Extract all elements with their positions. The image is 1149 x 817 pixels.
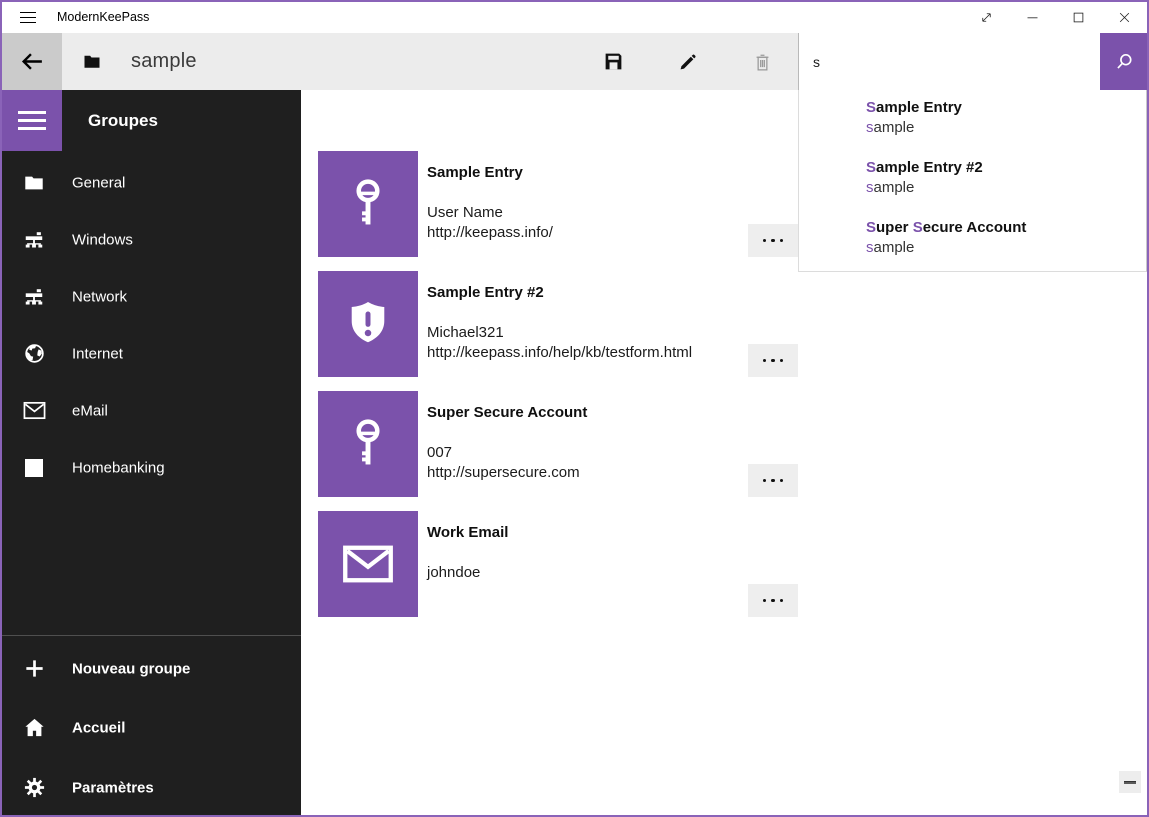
new-group-button[interactable]: Nouveau groupe — [2, 640, 301, 697]
database-icon — [83, 53, 101, 74]
suggestion-subtitle: sample — [866, 238, 1138, 258]
suggestion-title: Sample Entry #2 — [866, 158, 1138, 178]
search-suggestions: Sample Entry sample Sample Entry #2 samp… — [798, 90, 1147, 272]
entry-row: Work Email johndoe — [301, 511, 1147, 617]
fullscreen-icon — [979, 10, 994, 25]
ellipsis-icon — [763, 239, 767, 243]
sidebar-item-windows[interactable]: Windows — [2, 211, 301, 268]
entry-details: User Name http://keepass.info/ — [427, 203, 553, 243]
entry-url: http://supersecure.com — [427, 463, 580, 483]
entry-username: Michael321 — [427, 323, 692, 343]
entry-row: Sample Entry #2 Michael321 http://keepas… — [301, 271, 1147, 377]
entry-tile[interactable] — [318, 391, 418, 497]
sidebar-item-internet[interactable]: Internet — [2, 325, 301, 382]
app-command-bar: sample — [2, 33, 1147, 90]
zoom-out-button[interactable] — [1119, 771, 1141, 793]
sidebar-item-homebanking[interactable]: Homebanking — [2, 439, 301, 496]
trash-icon — [753, 51, 772, 73]
plus-icon — [22, 657, 46, 681]
suggestion-title: Super Secure Account — [866, 218, 1138, 238]
save-button[interactable] — [588, 33, 638, 90]
globe-icon — [22, 342, 46, 366]
close-button[interactable] — [1101, 2, 1147, 33]
settings-gear-icon — [22, 776, 46, 800]
search-icon — [1114, 51, 1135, 72]
entry-url: http://keepass.info/ — [427, 223, 553, 243]
delete-button[interactable] — [737, 33, 787, 90]
window-controls — [963, 2, 1147, 33]
key-icon — [347, 176, 389, 232]
hamburger-icon[interactable] — [2, 90, 62, 151]
entry-details: johndoe — [427, 563, 480, 583]
home-button[interactable]: Accueil — [2, 699, 301, 756]
search-box — [798, 33, 1100, 90]
hamburger-icon[interactable] — [12, 2, 44, 33]
home-icon — [22, 716, 46, 740]
app-title: ModernKeePass — [57, 2, 149, 33]
search-button[interactable] — [1100, 33, 1149, 90]
network-icon — [22, 228, 46, 252]
square-icon — [22, 456, 46, 480]
database-title: sample — [131, 33, 197, 90]
suggestion-item[interactable]: Sample Entry #2 sample — [866, 158, 1138, 200]
back-arrow-icon — [20, 49, 45, 74]
edit-button[interactable] — [663, 33, 713, 90]
sidebar-divider — [2, 635, 301, 636]
ellipsis-icon — [763, 479, 767, 483]
ellipsis-icon — [763, 359, 767, 363]
suggestion-title: Sample Entry — [866, 98, 1138, 118]
entry-tile[interactable] — [318, 511, 418, 617]
app-window: ModernKeePass sample — [0, 0, 1149, 817]
sidebar-item-network[interactable]: Network — [2, 268, 301, 325]
search-input[interactable] — [799, 33, 1100, 90]
warning-shield-icon — [345, 299, 391, 349]
save-icon — [603, 51, 624, 72]
entry-title: Super Secure Account — [427, 404, 587, 421]
settings-button[interactable]: Paramètres — [2, 759, 301, 816]
ellipsis-icon — [763, 599, 767, 603]
entry-details: Michael321 http://keepass.info/help/kb/t… — [427, 323, 692, 363]
maximize-icon — [1071, 10, 1086, 25]
suggestion-subtitle: sample — [866, 118, 1138, 138]
more-options-button[interactable] — [748, 344, 798, 377]
entry-title: Work Email — [427, 524, 508, 541]
edit-pencil-icon — [678, 52, 698, 72]
entry-username: johndoe — [427, 563, 480, 583]
sidebar: Groupes General Windows Network Internet… — [2, 90, 301, 815]
network-icon — [22, 285, 46, 309]
suggestion-subtitle: sample — [866, 178, 1138, 198]
more-options-button[interactable] — [748, 584, 798, 617]
sidebar-item-email[interactable]: eMail — [2, 382, 301, 439]
key-icon — [347, 416, 389, 472]
minimize-icon — [1025, 10, 1040, 25]
entry-title: Sample Entry #2 — [427, 284, 544, 301]
fullscreen-button[interactable] — [963, 2, 1009, 33]
back-button[interactable] — [2, 33, 62, 90]
close-icon — [1117, 10, 1132, 25]
groups-header: Groupes — [88, 90, 158, 151]
entry-title: Sample Entry — [427, 164, 523, 181]
title-bar: ModernKeePass — [2, 2, 1147, 33]
minus-icon — [1124, 781, 1136, 784]
entry-row: Super Secure Account 007 http://supersec… — [301, 391, 1147, 497]
email-icon — [342, 544, 394, 584]
entry-username: User Name — [427, 203, 553, 223]
email-icon — [22, 399, 46, 423]
entry-url: http://keepass.info/help/kb/testform.htm… — [427, 343, 692, 363]
minimize-button[interactable] — [1009, 2, 1055, 33]
maximize-button[interactable] — [1055, 2, 1101, 33]
suggestion-item[interactable]: Sample Entry sample — [866, 98, 1138, 140]
more-options-button[interactable] — [748, 464, 798, 497]
entry-tile[interactable] — [318, 271, 418, 377]
entry-username: 007 — [427, 443, 580, 463]
folder-icon — [22, 171, 46, 195]
suggestion-item[interactable]: Super Secure Account sample — [866, 218, 1138, 260]
entry-tile[interactable] — [318, 151, 418, 257]
entry-details: 007 http://supersecure.com — [427, 443, 580, 483]
sidebar-item-general[interactable]: General — [2, 154, 301, 211]
more-options-button[interactable] — [748, 224, 798, 257]
